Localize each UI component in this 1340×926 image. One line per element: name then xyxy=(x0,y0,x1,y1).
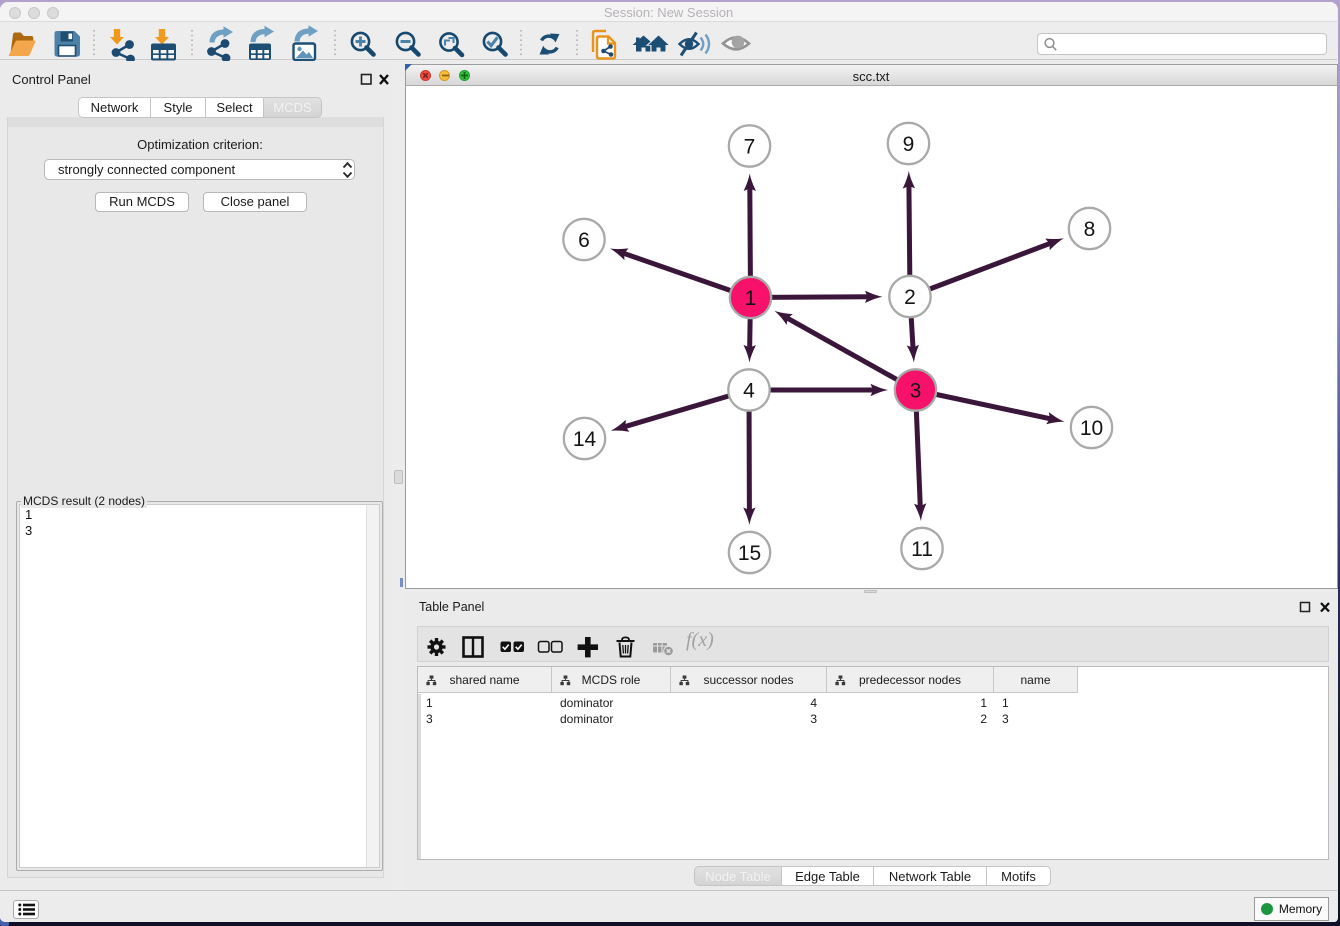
svg-text:1: 1 xyxy=(745,287,757,310)
svg-text:3: 3 xyxy=(910,380,922,403)
svg-text:10: 10 xyxy=(1080,417,1103,440)
svg-text:14: 14 xyxy=(573,428,597,451)
svg-text:4: 4 xyxy=(743,380,755,403)
svg-text:8: 8 xyxy=(1084,218,1096,241)
svg-text:15: 15 xyxy=(738,542,761,565)
svg-text:6: 6 xyxy=(578,229,590,252)
svg-text:11: 11 xyxy=(911,538,933,561)
svg-text:9: 9 xyxy=(903,133,915,156)
svg-text:2: 2 xyxy=(904,286,916,309)
svg-text:7: 7 xyxy=(744,136,756,159)
